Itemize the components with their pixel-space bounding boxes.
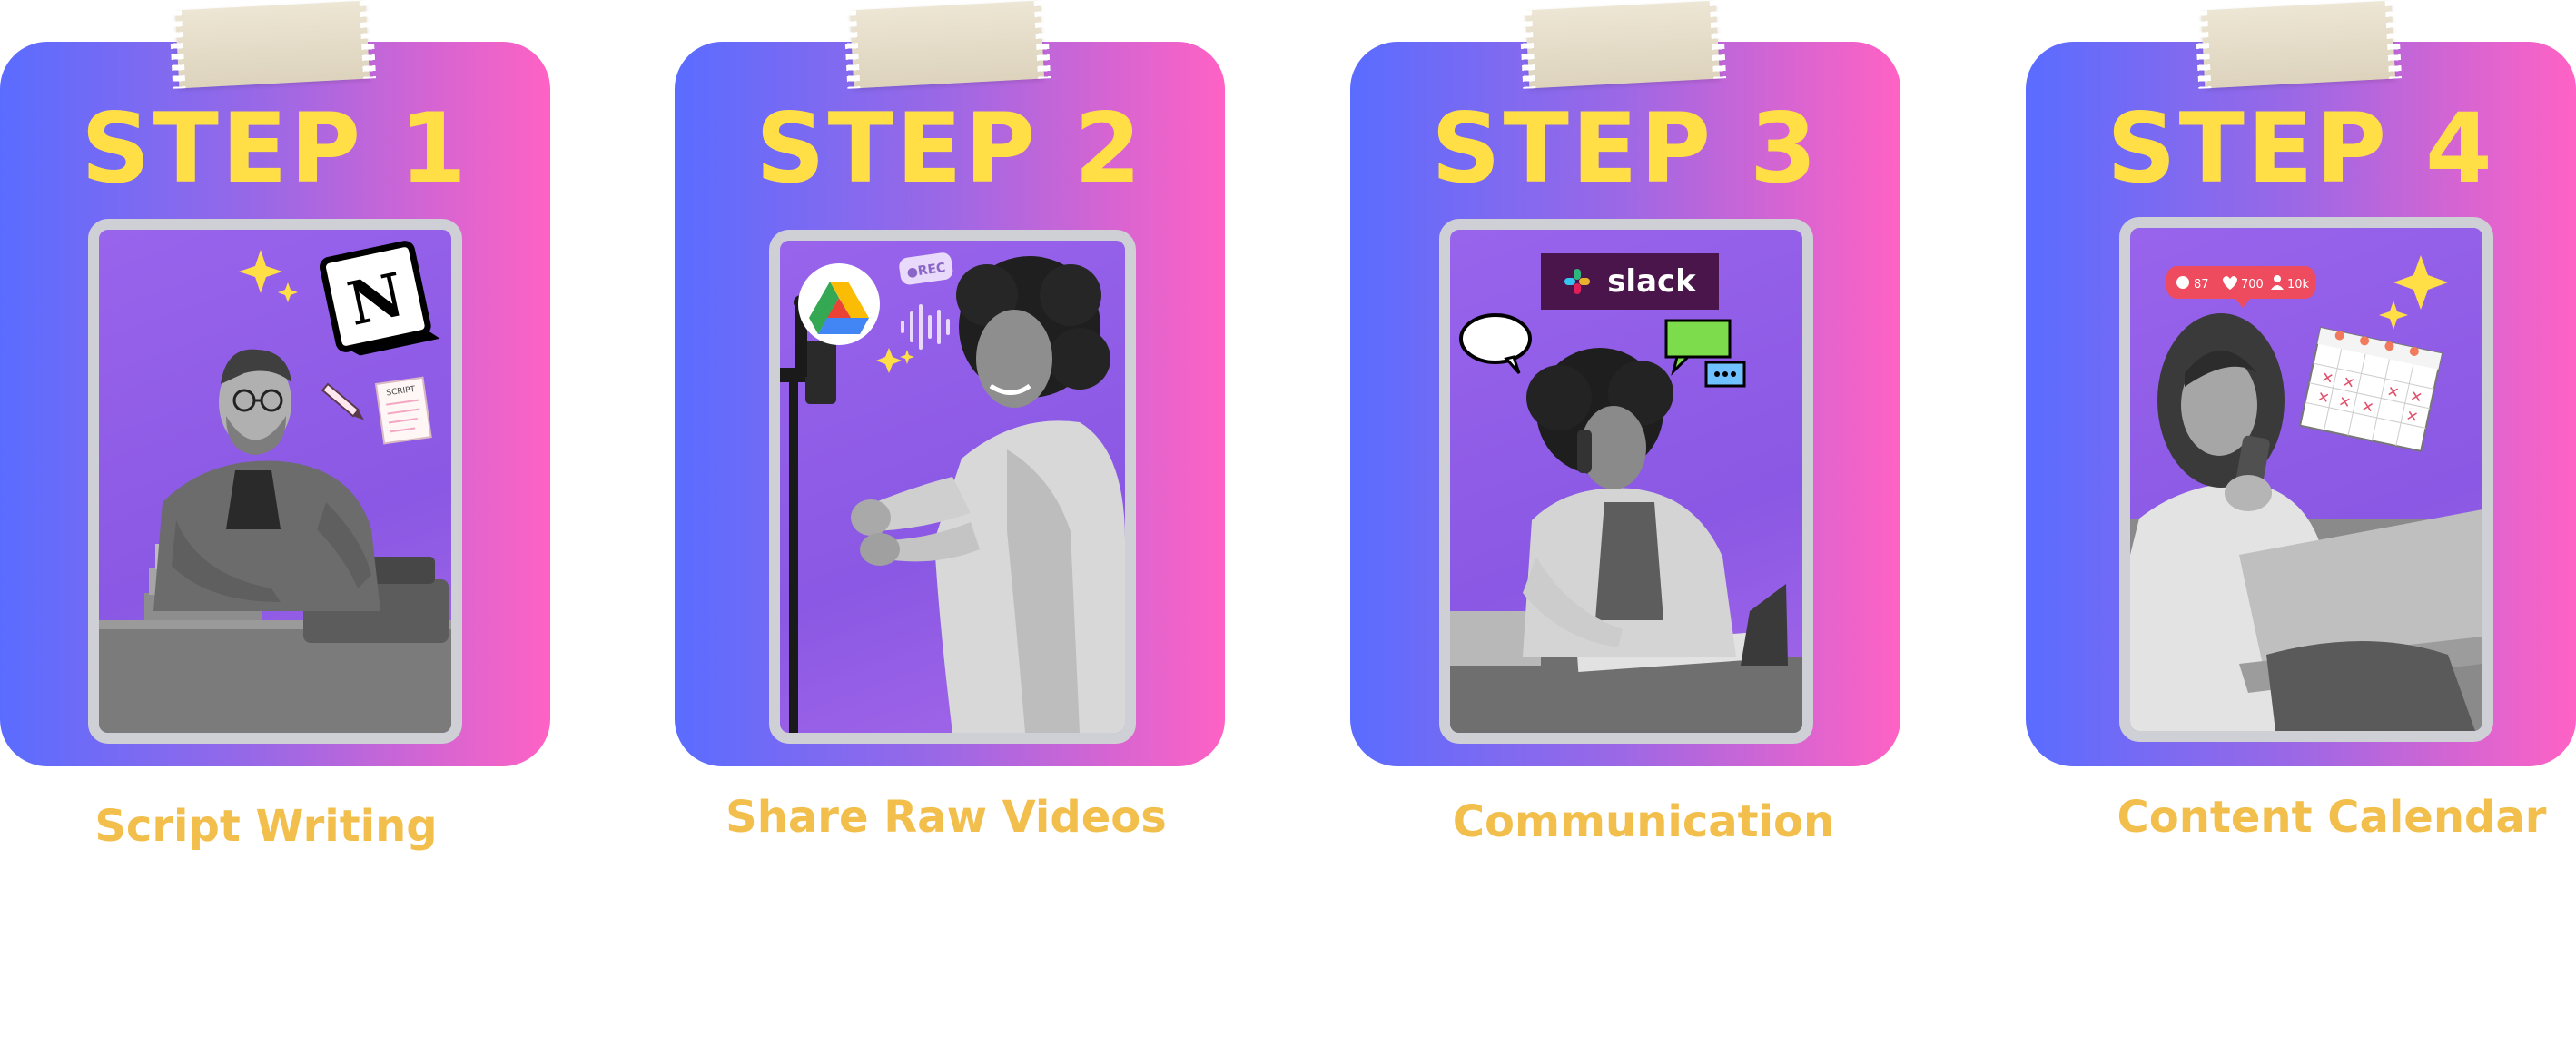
script-note-icon: SCRIPT xyxy=(374,376,432,445)
step-title: STEP 2 xyxy=(755,93,1144,204)
notion-icon: N xyxy=(319,241,440,356)
step-card-2: STEP 2 ●REC xyxy=(675,0,1225,766)
phone-call-photo: slack xyxy=(1450,253,1802,733)
typist-photo: N SCRIPT xyxy=(99,241,451,733)
svg-text:700: 700 xyxy=(2241,278,2264,291)
step-title: STEP 1 xyxy=(81,93,469,204)
tape-strip xyxy=(2200,0,2396,89)
tape-strip xyxy=(174,0,370,89)
chat-bubble-icon xyxy=(1459,313,1532,374)
step-caption-1: Script Writing xyxy=(94,801,438,852)
comment-icon xyxy=(2176,276,2189,289)
step-card-3: STEP 3 slack xyxy=(1350,0,1900,766)
step-caption-2: Share Raw Videos xyxy=(725,792,1167,843)
step-title: STEP 4 xyxy=(2107,93,2495,204)
photo-frame: N SCRIPT xyxy=(88,219,462,744)
social-stats-badge: 87 700 10k xyxy=(2166,266,2315,308)
step-caption-3: Communication xyxy=(1452,796,1835,847)
chat-bubble-icon xyxy=(1704,361,1746,388)
slack-logo-icon: slack xyxy=(1541,253,1719,310)
step-card-4: STEP 4 87 700 10k ✕ ✕ ✕ ✕ ✕ ✕ ✕ ✕ xyxy=(2026,0,2576,766)
sound-wave-icon xyxy=(901,304,950,350)
step-title: STEP 3 xyxy=(1431,93,1820,204)
rec-badge-icon: ●REC xyxy=(899,252,953,285)
svg-text:87: 87 xyxy=(2194,278,2209,291)
step-card-1: STEP 1 N SCRIPT xyxy=(0,0,550,766)
drive-icon xyxy=(798,263,880,345)
svg-text:10k: 10k xyxy=(2287,278,2310,291)
user-icon xyxy=(2274,275,2281,282)
calendar-icon: ✕ ✕ ✕ ✕ ✕ ✕ ✕ ✕ xyxy=(2298,326,2443,453)
tape-strip xyxy=(849,0,1045,89)
phone-laptop-photo: 87 700 10k ✕ ✕ ✕ ✕ ✕ ✕ ✕ ✕ xyxy=(2130,255,2482,731)
svg-text:slack: slack xyxy=(1607,263,1697,300)
photo-frame: slack xyxy=(1439,219,1813,744)
step-caption-4: Content Calendar xyxy=(2117,792,2547,843)
photo-frame: 87 700 10k ✕ ✕ ✕ ✕ ✕ ✕ ✕ ✕ xyxy=(2119,217,2493,742)
tape-strip xyxy=(1525,0,1721,89)
photo-frame: ●REC xyxy=(769,230,1136,744)
filming-photo: ●REC xyxy=(780,252,1125,733)
